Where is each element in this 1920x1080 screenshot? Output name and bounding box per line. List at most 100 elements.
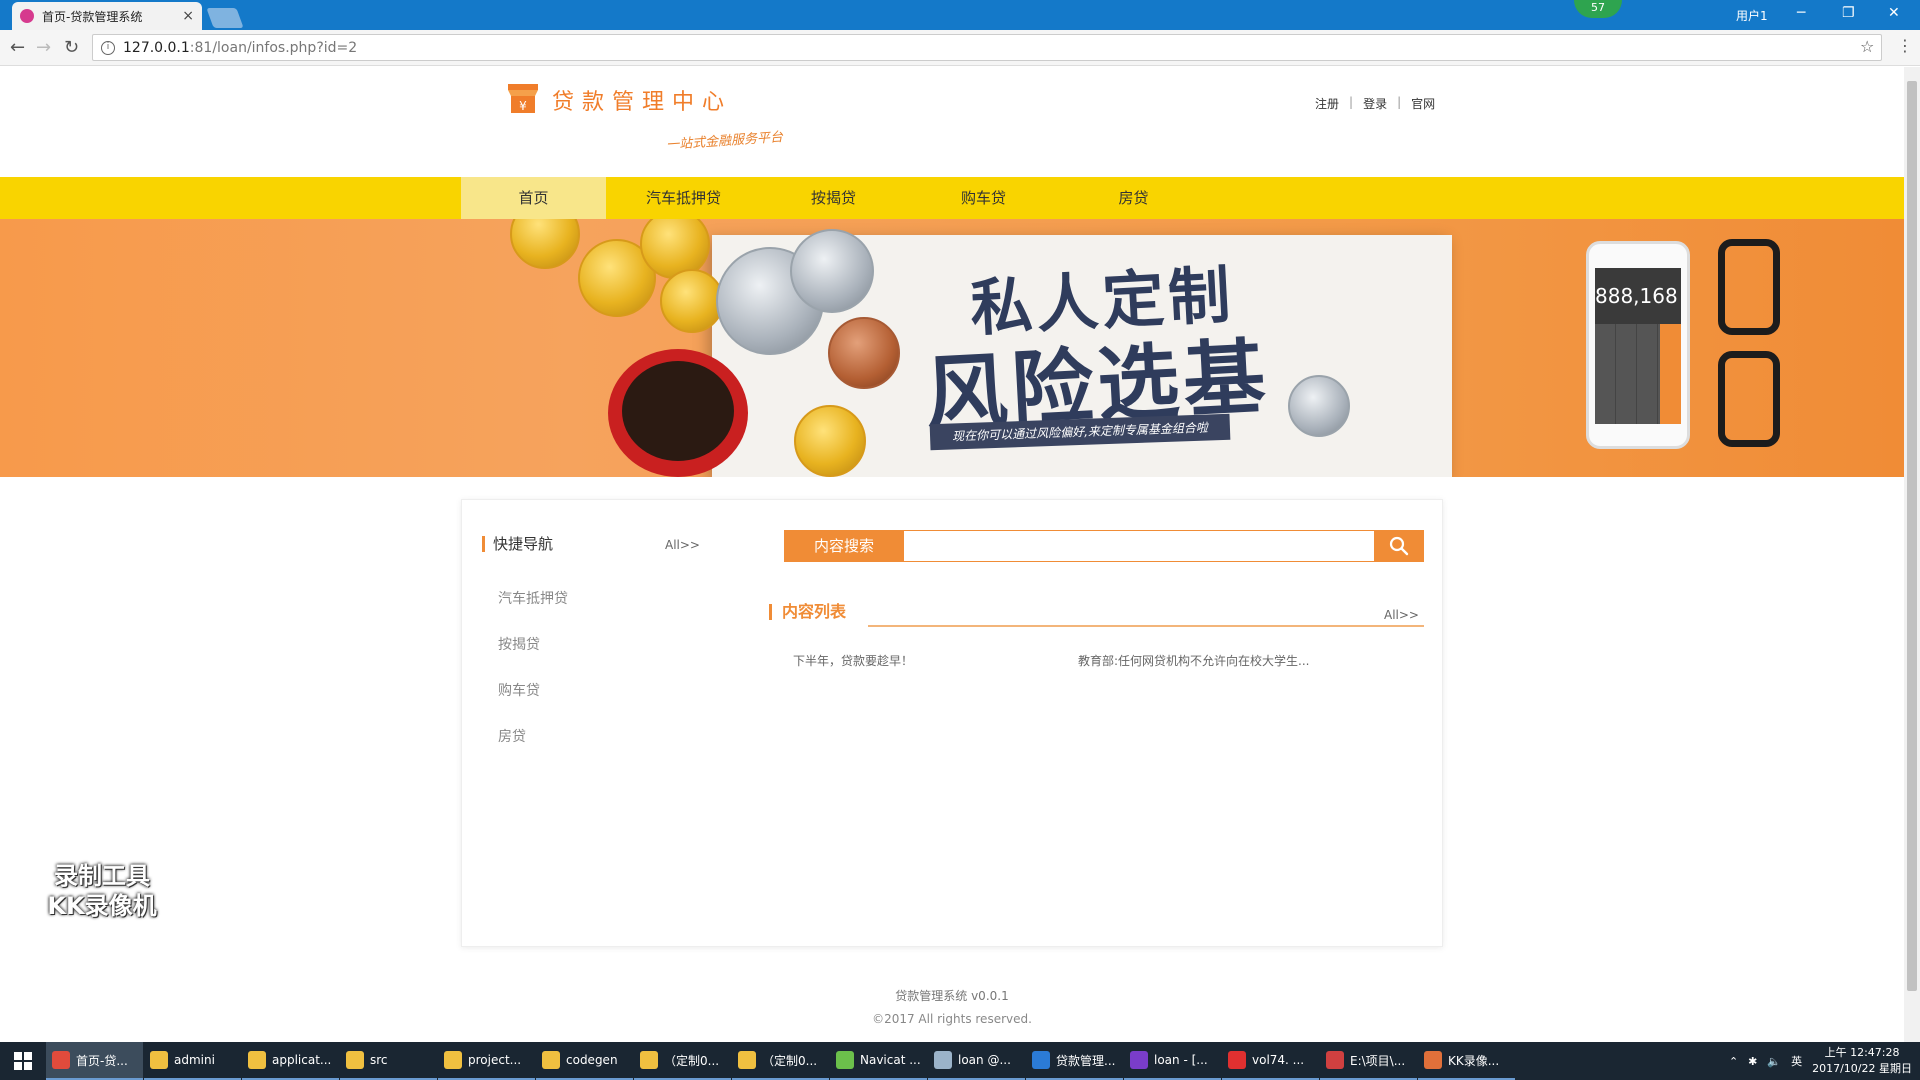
content-list-item[interactable]: 下半年，贷款要趁早！: [793, 652, 913, 669]
silver-coin-image: [790, 229, 874, 313]
back-icon[interactable]: ←: [10, 37, 25, 58]
taskbar-app-9[interactable]: loan @...: [928, 1042, 1025, 1080]
taskbar-app-6[interactable]: （定制0...: [634, 1042, 731, 1080]
taskbar-app-label: KK录像...: [1448, 1053, 1500, 1068]
sidebar-item-mortgage[interactable]: 按揭贷: [498, 634, 540, 654]
taskbar-app-8[interactable]: Navicat ...: [830, 1042, 927, 1080]
taskbar-app-3[interactable]: src: [340, 1042, 437, 1080]
glasses-image: [1718, 239, 1788, 459]
taskbar-app-0[interactable]: 首页-贷...: [46, 1042, 143, 1080]
taskbar-app-label: vol74. ...: [1252, 1053, 1305, 1067]
gold-coin-image: [510, 219, 580, 269]
taskbar-app-label: （定制0...: [664, 1053, 720, 1068]
nav-item-home[interactable]: 首页: [461, 177, 606, 219]
page-scrollbar[interactable]: [1904, 67, 1920, 1042]
content-list-divider: [868, 625, 1424, 627]
system-tray: ⌃ ✱ 🔈 英 上午 12:47:28 2017/10/22 星期日: [1729, 1042, 1912, 1080]
start-button[interactable]: [0, 1042, 46, 1080]
close-window-icon[interactable]: ✕: [1888, 5, 1900, 21]
taskbar-app-icon: [248, 1051, 266, 1069]
gold-coin-image: [794, 405, 866, 477]
url-input[interactable]: i 127.0.0.1 :81/loan/infos.php?id=2: [92, 34, 1882, 61]
nav-item-mortgage[interactable]: 按揭贷: [761, 177, 906, 219]
web-page: ¥ 贷款管理中心 一站式金融服务平台 注册 | 登录 | 官网 首页 汽车抵押贷…: [0, 67, 1904, 1042]
footer-copyright: ©2017 All rights reserved.: [872, 1012, 1032, 1026]
coffee-cup-image: [608, 349, 748, 477]
window-user-label[interactable]: 用户1: [1736, 7, 1768, 24]
site-info-icon[interactable]: i: [101, 40, 115, 55]
taskbar-app-14[interactable]: KK录像...: [1418, 1042, 1515, 1080]
copper-coin-image: [828, 317, 900, 389]
taskbar-app-icon: [640, 1051, 658, 1069]
search-label-button[interactable]: 内容搜索: [784, 530, 904, 562]
taskbar-app-11[interactable]: loan - [...: [1124, 1042, 1221, 1080]
search-icon: [1389, 536, 1409, 556]
taskbar-app-icon: [1228, 1051, 1246, 1069]
phone-calculator-image: 888,168: [1586, 241, 1690, 449]
restore-icon[interactable]: ❐: [1842, 5, 1855, 21]
reload-icon[interactable]: ↻: [64, 37, 79, 58]
taskbar-app-13[interactable]: E:\项目\...: [1320, 1042, 1417, 1080]
taskbar-app-10[interactable]: 贷款管理...: [1026, 1042, 1123, 1080]
taskbar-clock[interactable]: 上午 12:47:28 2017/10/22 星期日: [1812, 1045, 1912, 1077]
browser-menu-icon[interactable]: ⋮: [1897, 36, 1913, 55]
address-bar: ← → ↻ i 127.0.0.1 :81/loan/infos.php?id=…: [0, 30, 1920, 66]
taskbar-app-icon: [1424, 1051, 1442, 1069]
shop-logo-icon: ¥: [508, 84, 538, 113]
bluetooth-icon[interactable]: ✱: [1748, 1055, 1757, 1068]
quick-nav-all-link[interactable]: All>>: [665, 538, 700, 552]
taskbar-app-5[interactable]: codegen: [536, 1042, 633, 1080]
promo-banner[interactable]: 私人定制 风险选基 现在你可以通过风险偏好,来定制专属基金组合啦 888,168: [0, 219, 1904, 477]
volume-icon[interactable]: 🔈: [1767, 1055, 1781, 1068]
clock-date: 2017/10/22 星期日: [1812, 1062, 1912, 1075]
taskbar-app-2[interactable]: applicat...: [242, 1042, 339, 1080]
link-separator: |: [1349, 95, 1354, 109]
quick-nav-title: 快捷导航: [482, 536, 553, 552]
search-submit-button[interactable]: [1374, 530, 1424, 562]
url-host: 127.0.0.1: [123, 39, 190, 56]
nav-item-car-loan[interactable]: 购车贷: [906, 177, 1061, 219]
link-separator: |: [1397, 95, 1402, 109]
taskbar-app-7[interactable]: （定制0...: [732, 1042, 829, 1080]
watermark-line-1: 录制工具: [54, 862, 150, 890]
taskbar-app-label: loan - [...: [1154, 1053, 1208, 1067]
nav-item-car-mortgage[interactable]: 汽车抵押贷: [606, 177, 761, 219]
ime-indicator[interactable]: 英: [1791, 1053, 1802, 1069]
nav-item-house-loan[interactable]: 房贷: [1061, 177, 1206, 219]
phone-display: 888,168: [1595, 284, 1678, 308]
browser-tab[interactable]: 首页-贷款管理系统 ×: [12, 2, 202, 30]
official-site-link[interactable]: 官网: [1411, 95, 1435, 112]
logo-title: 贷款管理中心: [552, 90, 733, 115]
login-link[interactable]: 登录: [1363, 95, 1387, 112]
forward-icon[interactable]: →: [36, 37, 51, 58]
bookmark-star-icon[interactable]: ☆: [1860, 37, 1874, 56]
silver-coin-image: [1288, 375, 1350, 437]
taskbar-app-icon: [52, 1051, 70, 1069]
taskbar-app-icon: [836, 1051, 854, 1069]
search-input[interactable]: [904, 530, 1374, 562]
sidebar-item-car-mortgage[interactable]: 汽车抵押贷: [498, 588, 568, 608]
tab-close-icon[interactable]: ×: [182, 8, 194, 24]
new-tab-button[interactable]: [206, 8, 244, 28]
taskbar-app-icon: [738, 1051, 756, 1069]
sidebar-item-car-loan[interactable]: 购车贷: [498, 680, 540, 700]
taskbar-app-1[interactable]: admini: [144, 1042, 241, 1080]
taskbar-app-icon: [1326, 1051, 1344, 1069]
tray-chevron-icon[interactable]: ⌃: [1729, 1055, 1738, 1068]
taskbar-app-label: admini: [174, 1053, 215, 1067]
content-list-title: 内容列表: [769, 604, 846, 620]
taskbar-app-12[interactable]: vol74. ...: [1222, 1042, 1319, 1080]
content-list-all-link[interactable]: All>>: [1384, 608, 1419, 622]
taskbar-app-label: applicat...: [272, 1053, 332, 1067]
main-nav: 首页 汽车抵押贷 按揭贷 购车贷 房贷: [0, 177, 1904, 219]
taskbar-app-label: E:\项目\...: [1350, 1053, 1406, 1068]
minimize-icon[interactable]: ─: [1797, 5, 1805, 21]
register-link[interactable]: 注册: [1315, 95, 1339, 112]
scrollbar-thumb[interactable]: [1907, 81, 1917, 991]
taskbar-app-icon: [1032, 1051, 1050, 1069]
content-list-item[interactable]: 教育部:任何网贷机构不允许向在校大学生...: [1078, 652, 1310, 669]
taskbar-app-label: loan @...: [958, 1053, 1011, 1067]
taskbar-app-4[interactable]: project...: [438, 1042, 535, 1080]
sidebar-item-house-loan[interactable]: 房贷: [498, 726, 526, 746]
taskbar-app-label: （定制0...: [762, 1053, 818, 1068]
